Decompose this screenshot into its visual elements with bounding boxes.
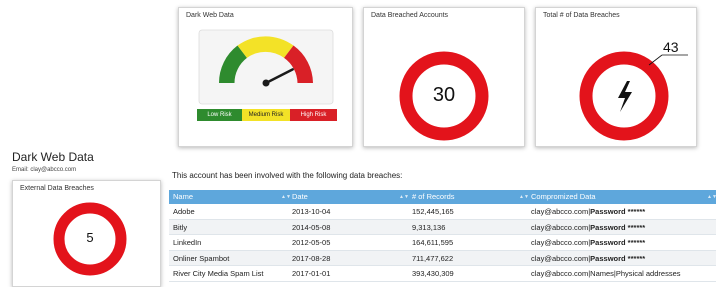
compromised-fields: Password ****** xyxy=(590,253,646,263)
total-breaches-value: 43 xyxy=(663,39,679,55)
external-breaches-card: External Data Breaches 5 xyxy=(12,180,161,287)
sort-icon[interactable]: ▲▼ xyxy=(707,190,717,204)
compromised-fields: Password ****** xyxy=(590,222,646,232)
breach-records: 152,445,165 xyxy=(412,207,454,216)
gauge-hub xyxy=(262,79,270,87)
breach-name: River City Media Spam List xyxy=(173,269,264,278)
breached-accounts-value: 30 xyxy=(432,84,456,106)
lightning-bolt-icon xyxy=(618,81,632,112)
compromised-data: clay@abcco.com|Password ****** xyxy=(531,251,645,266)
breach-name: Onliner Spambot xyxy=(173,253,230,263)
breach-date: 2017-08-28 xyxy=(292,253,331,263)
table-row: River City Media Spam List 2017-01-01 39… xyxy=(169,266,716,282)
compromised-email: clay@abcco.com xyxy=(531,269,589,278)
breach-name: Bitly xyxy=(173,222,188,232)
risk-legend: Low Risk Medium Risk High Risk xyxy=(197,109,337,121)
breach-name: Adobe xyxy=(173,207,195,216)
table-row: Bitly 2014-05-08 9,313,136 clay@abcco.co… xyxy=(169,219,716,235)
risk-medium-label: Medium Risk xyxy=(242,109,290,121)
column-header-name[interactable]: Name xyxy=(173,190,193,204)
compromised-email: clay@abcco.com xyxy=(531,238,589,247)
breach-table: Name ▲▼ Date ▲▼ # of Records ▲▼ Compromi… xyxy=(169,190,717,282)
column-header-records[interactable]: # of Records xyxy=(412,190,455,204)
table-row: Adobe 2013-10-04 152,445,165 clay@abcco.… xyxy=(169,204,716,220)
compromised-email: clay@abcco.com xyxy=(531,222,589,232)
sort-icon[interactable]: ▲▼ xyxy=(519,190,529,204)
table-row: Onliner Spambot 2017-08-28 711,477,622 c… xyxy=(169,250,716,266)
compromised-email: clay@abcco.com xyxy=(531,253,589,263)
compromised-data: clay@abcco.com|Password ****** xyxy=(531,235,645,250)
risk-low-label: Low Risk xyxy=(197,109,242,121)
total-breaches-card: Total # of Data Breaches 43 xyxy=(535,7,697,147)
breach-date: 2013-10-04 xyxy=(292,207,331,216)
compromised-fields: Password ****** xyxy=(590,207,646,216)
accounts-ring xyxy=(399,51,489,141)
breach-date: 2017-01-01 xyxy=(292,269,331,278)
breach-records: 393,430,309 xyxy=(412,269,454,278)
account-email: Email: clay@abcco.com xyxy=(12,167,77,173)
breached-accounts-card: Data Breached Accounts 30 xyxy=(363,7,525,147)
table-header-row: Name ▲▼ Date ▲▼ # of Records ▲▼ Compromi… xyxy=(169,190,717,204)
table-row: LinkedIn 2012-05-05 164,611,595 clay@abc… xyxy=(169,235,716,251)
total-ring xyxy=(579,51,688,141)
compromised-data: clay@abcco.com|Names|Physical addresses xyxy=(531,266,681,281)
external-breaches-value: 5 xyxy=(86,230,94,245)
sort-icon[interactable]: ▲▼ xyxy=(281,190,291,204)
breach-records: 164,611,595 xyxy=(412,238,454,247)
compromised-fields: Password ****** xyxy=(590,238,646,247)
breach-intro-text: This account has been involved with the … xyxy=(172,171,403,180)
risk-gauge xyxy=(198,29,334,105)
column-header-date[interactable]: Date xyxy=(292,190,308,204)
compromised-data: clay@abcco.com|Password ****** xyxy=(531,220,645,235)
column-header-compromised[interactable]: Compromized Data xyxy=(531,190,596,204)
sort-icon[interactable]: ▲▼ xyxy=(399,190,409,204)
compromised-data: clay@abcco.com|Password ****** xyxy=(531,204,645,219)
dark-web-risk-card: Dark Web Data Low Risk Medium Risk High … xyxy=(178,7,353,147)
breach-records: 711,477,622 xyxy=(412,253,454,263)
breach-date: 2012-05-05 xyxy=(292,238,331,247)
breach-records: 9,313,136 xyxy=(412,222,446,232)
compromised-fields: Names|Physical addresses xyxy=(590,269,681,278)
breach-date: 2014-05-08 xyxy=(292,222,331,232)
section-title: Dark Web Data xyxy=(12,150,94,164)
risk-high-label: High Risk xyxy=(290,109,337,121)
breach-name: LinkedIn xyxy=(173,238,202,247)
compromised-email: clay@abcco.com xyxy=(531,207,589,216)
